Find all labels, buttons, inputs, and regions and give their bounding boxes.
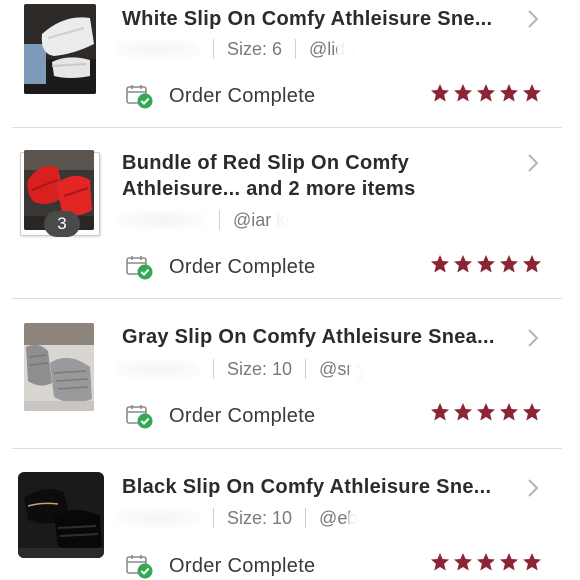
star-rating	[430, 402, 542, 422]
meta-separator	[305, 508, 307, 529]
calendar-check-icon	[126, 85, 153, 109]
product-title[interactable]: Bundle of Red Slip On Comfy Athleisure..…	[122, 150, 522, 202]
order-item[interactable]: Black Slip On Comfy Athleisure Sne... Si…	[0, 449, 580, 580]
calendar-check-icon	[126, 256, 153, 280]
product-title[interactable]: White Slip On Comfy Athleisure Sne...	[122, 6, 522, 32]
star-icon	[476, 83, 496, 103]
star-icon	[453, 552, 473, 572]
redacted-overlay	[337, 32, 402, 67]
order-item[interactable]: Gray Slip On Comfy Athleisure Snea... Si…	[0, 299, 580, 449]
redacted-field	[116, 508, 200, 529]
star-icon	[499, 83, 519, 103]
size-label: Size: 10	[227, 358, 293, 379]
bundle-thumbnail[interactable]: 3	[20, 150, 100, 240]
calendar-check-icon	[126, 405, 153, 429]
meta-separator	[295, 39, 297, 60]
seller-username[interactable]: @iar ke	[233, 203, 333, 238]
product-title[interactable]: Gray Slip On Comfy Athleisure Snea...	[122, 324, 522, 350]
meta-separator	[213, 508, 214, 529]
meta-separator	[213, 39, 214, 60]
bundle-count-badge: 3	[44, 211, 80, 237]
size-label: Size: 6	[227, 38, 283, 59]
chevron-right-icon[interactable]	[526, 153, 540, 173]
star-icon	[499, 552, 519, 572]
order-item[interactable]: 3 Bundle of Red Slip On Comfy Athleisure…	[0, 128, 580, 299]
chevron-right-icon[interactable]	[526, 9, 540, 29]
seller-username[interactable]: @sr y	[319, 352, 408, 387]
status-text: Order Complete	[169, 85, 316, 107]
star-icon	[453, 402, 473, 422]
redacted-overlay	[273, 203, 333, 238]
product-thumbnail[interactable]	[18, 472, 104, 558]
order-meta: Size: 10 @eb off	[116, 501, 398, 536]
seller-username[interactable]: @lid ni	[309, 32, 402, 67]
star-icon	[499, 254, 519, 274]
star-icon	[430, 83, 450, 103]
star-rating	[430, 254, 542, 274]
white-sneaker-image	[24, 4, 96, 94]
meta-separator	[219, 210, 220, 231]
redacted-field	[116, 210, 206, 231]
star-icon	[430, 254, 450, 274]
star-icon	[522, 402, 542, 422]
star-icon	[453, 83, 473, 103]
status-text: Order Complete	[169, 405, 316, 427]
redacted-field	[116, 39, 200, 60]
product-title[interactable]: Black Slip On Comfy Athleisure Sne...	[122, 474, 522, 500]
chevron-right-icon[interactable]	[526, 328, 540, 348]
order-meta: Size: 6 @lid ni	[116, 32, 402, 67]
redacted-overlay	[349, 501, 398, 536]
redacted-field	[116, 359, 200, 380]
star-icon	[430, 552, 450, 572]
star-icon	[522, 83, 542, 103]
meta-separator	[305, 359, 307, 380]
order-meta: Size: 10 @sr y	[116, 352, 408, 387]
star-icon	[476, 254, 496, 274]
product-thumbnail[interactable]	[24, 4, 96, 94]
order-item[interactable]: White Slip On Comfy Athleisure Sne... Si…	[0, 0, 580, 128]
star-rating	[430, 552, 542, 572]
star-icon	[453, 254, 473, 274]
star-icon	[499, 402, 519, 422]
status-text: Order Complete	[169, 256, 316, 278]
meta-separator	[213, 359, 214, 380]
seller-username[interactable]: @eb off	[319, 501, 398, 536]
black-sneaker-image	[18, 472, 104, 558]
star-rating	[430, 83, 542, 103]
product-thumbnail[interactable]	[24, 323, 94, 411]
calendar-check-icon	[126, 555, 153, 579]
status-text: Order Complete	[169, 555, 316, 577]
star-icon	[476, 402, 496, 422]
order-meta: @iar ke	[116, 203, 333, 238]
gray-sneaker-image	[24, 323, 94, 411]
star-icon	[430, 402, 450, 422]
size-label: Size: 10	[227, 507, 293, 528]
star-icon	[522, 552, 542, 572]
order-list: White Slip On Comfy Athleisure Sne... Si…	[0, 0, 580, 580]
chevron-right-icon[interactable]	[526, 478, 540, 498]
redacted-overlay	[349, 352, 408, 387]
star-icon	[522, 254, 542, 274]
star-icon	[476, 552, 496, 572]
